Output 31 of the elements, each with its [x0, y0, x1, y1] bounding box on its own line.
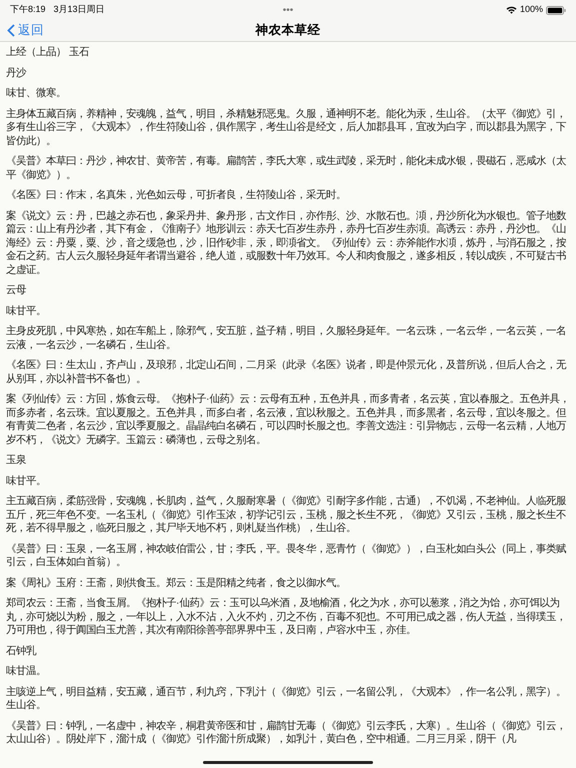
text-paragraph: 案《周礼》玉府：王斋，则供食玉。郑云：玉是阳精之纯者，食之以御水气。	[6, 576, 347, 590]
battery-icon	[546, 6, 566, 14]
status-time: 下午8:19	[10, 3, 46, 16]
text-paragraph: 主身体五藏百病，养精神，安魂魄，益气，明目，杀精魅邪恶鬼。久服，通神明不老。能化为汞，生山谷。（太平《御览》引，多有生山谷三字，《大观本》，作生符陵山谷，俱作黑字，考生山谷是经文，后人加郡县耳，宜改为白字，而以郡县为黑字，下皆仿此）。	[6, 108, 567, 148]
text-paragraph: 案《说文》云：丹，巴越之赤石也，象采丹井、象丹形，古文作日，亦作彤、沙、水散石也。澒，丹沙所化为水银也。管子地数篇云：山上有丹沙者，其下有金，《淮南子》地形训云：赤天七百岁生赤丹，赤丹七百岁生赤澒。高诱云：赤丹，丹沙也。《山海经》云：丹粟，粟、沙，音之缓急也，沙，旧作砂非，汞，即澒省文。《列仙传》云：赤斧能作水澒，炼丹，与消石服之，按金石之药。古人云久服轻身延年者谓当避谷，绝人道，或服数十年乃效耳。今人和肉食服之，遂多相反，转以成疾，不可疑古书之虚证。	[6, 210, 567, 277]
battery-percent: 100%	[520, 3, 544, 16]
back-button[interactable]: 返回	[0, 21, 44, 40]
text-paragraph: 《名医》曰：作末，名真朱，光色如云母，可折者良，生符陵山谷，采无时。	[6, 189, 347, 202]
text-paragraph: 《吴普》曰：钟乳，一名虚中，神农辛，桐君黄帝医和甘，扁鹊甘无毒（《御览》引云李氏，大寒）。生山谷（《御览》引云，太山山谷）。阴处岸下，溜汁成（《御览》引作溜汁所成聚），如乳汁，黄白色，空中相通。二月三月采，阴干（凡	[6, 720, 567, 746]
text-paragraph: 味甘温。	[6, 665, 47, 678]
text-paragraph: 丹沙	[6, 66, 28, 80]
text-paragraph: 《名医》曰：生太山，齐卢山，及琅邪，北定山石间，二月采（此录《名医》说者，即是仲景元化，及普所说，但后人合之，无从别耳，亦以补普书不备也）。	[6, 359, 568, 386]
text-paragraph: 味甘平。	[6, 474, 47, 488]
status-date: 3月13日周日	[54, 3, 105, 16]
text-paragraph: 石钟乳	[6, 644, 38, 658]
text-paragraph: 云母	[6, 284, 27, 298]
text-paragraph: 味甘、微寒。	[6, 87, 67, 100]
text-paragraph: 《吴普》本草曰：丹沙，神农甘、黄帝苦，有毒。扁鹊苦，李氏大寒，或生武陵，采无时，能化未成水银，畏磁石，恶咸水（太平《御览》）。	[6, 155, 567, 182]
text-paragraph: 玉泉	[6, 454, 27, 468]
text-paragraph: 味甘平。	[6, 304, 47, 318]
wifi-icon	[506, 6, 517, 14]
text-paragraph: 主五藏百病，柔筋强骨，安魂魄，长肌肉，益气，久服耐寒暑（《御览》引耐字多作能，古通），不饥渴，不老神仙。人临死服五斤，死三年色不变。一名玉札（《御览》引作玉浓，初学记引云，玉桃，服之长生不死，《御览》又引云，玉桃，服之长生不死，若不得早服之，临死日服之，其尸毕天地不朽，则札疑当作桃），生山谷。	[6, 495, 567, 536]
text-paragraph: 《吴普》曰：玉泉，一名玉屑，神农岐伯雷公，甘；李氏，平。畏冬华，恶青竹（《御览》），白玉朼如白头公（同上，事类赋引云，白玉体如白首翁）。	[6, 542, 567, 570]
text-paragraph: 主身皮死肌，中风寒热，如在车船上，除邪气，安五脏，益子精，明目，久服轻身延年。一名云珠，一名云华，一名云英，一名云液，一名云沙，一名磷石，生山谷。	[6, 325, 567, 352]
multitasking-dots[interactable]: •••	[282, 2, 294, 18]
text-paragraph: 案《列仙传》云：方回，炼食云母。《抱朴子·仙药》云：云母有五种，五色并具，而多青者，名云英，宜以春服之。五色并具，而多赤者，名云珠。宜以夏服之。五色并具，而多白者，名云液，宜以秋服之。五色并具，而多黑者，名云母，宜以冬服之。但有青黄二色者，名云沙，宜以季夏服之。晶晶纯白名磷石，可以四时长服之也。李善文选注：引异物志，云母一名云精，人地万岁不朽，《说文》无磷字。玉篇云：磷薄也，云母之别名。	[6, 393, 570, 447]
chevron-left-icon	[7, 24, 15, 37]
text-paragraph: 主咳逆上气，明目益精，安五藏，通百节，利九窍，下乳汁（《御览》引云，一名留公乳，《大观本》，作一名公乳，黑字）。生山谷。	[6, 686, 567, 712]
page-title: 神农本草经	[256, 22, 320, 40]
text-paragraph: 郑司农云：王斋，当食玉屑。《抱朴子·仙药》云：玉可以乌米酒，及地榆酒，化之为水，亦可以葱浆，消之为饴，亦可饵以为丸，亦可烧以为粉，服之，一年以上，入水不沾，入火不灼，刃之不伤，百毒不犯也。不可用已成之器，伤人无益，当得璞玉，乃可用也，得于阗国白玉尤善，其次有南阳徐善亭部界界中玉，及日南，卢容水中玉，亦佳。	[6, 597, 567, 638]
text-paragraph: 上经（上品） 玉石	[6, 46, 90, 60]
